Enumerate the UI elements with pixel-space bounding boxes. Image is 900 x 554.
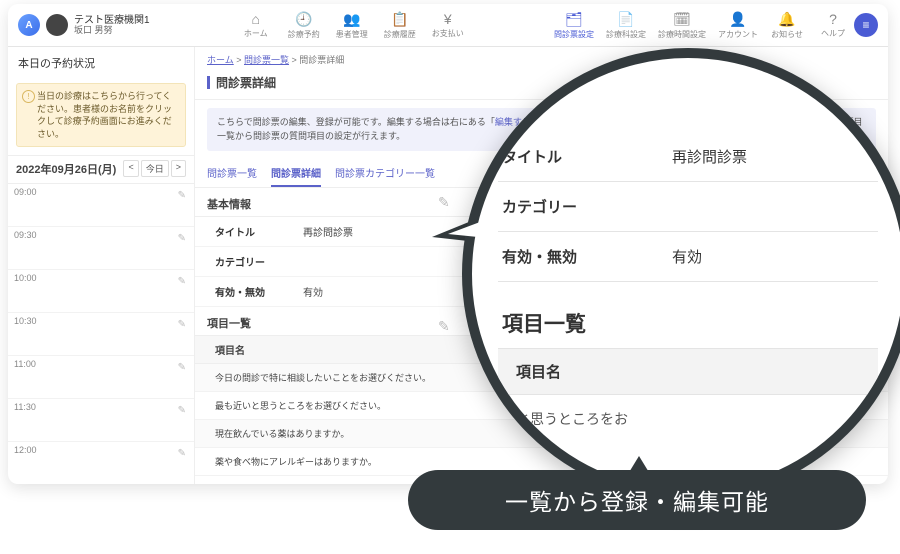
- nav-icon: 👥: [343, 11, 360, 28]
- nav-item[interactable]: 📄診療科設定: [606, 11, 646, 40]
- kv-value: 有効: [303, 284, 323, 299]
- nav-icon: 🕘: [295, 11, 312, 28]
- nav-item[interactable]: 🗂問診票設定: [554, 11, 594, 40]
- callout-kv-key: カテゴリー: [502, 196, 672, 217]
- nav-item[interactable]: 📋診療履歴: [383, 11, 417, 40]
- nav-label: ホーム: [244, 28, 268, 39]
- nav-label: 問診票設定: [554, 29, 594, 40]
- nav-item[interactable]: ?ヘルプ: [816, 11, 850, 39]
- slot-time: 10:30: [8, 313, 48, 326]
- callout-kv-value: 再診問診票: [672, 146, 874, 167]
- nav-item[interactable]: 👥患者管理: [335, 11, 369, 40]
- date-row: 2022年09月26日(月) < 今日 >: [8, 155, 194, 184]
- nav-label: 患者管理: [336, 29, 368, 40]
- tab[interactable]: 問診票一覧: [207, 159, 257, 187]
- time-slot[interactable]: 09:00 ✎: [8, 184, 194, 227]
- org-name: テスト医療機関1: [74, 15, 150, 26]
- callout-kv-row: タイトル再診問診票: [498, 132, 878, 181]
- nav-label: 診療履歴: [384, 29, 416, 40]
- callout-tail-inner: [448, 219, 488, 238]
- nav-icon: ?: [829, 11, 837, 27]
- slot-time: 11:00: [8, 356, 48, 369]
- edit-icon[interactable]: ✎: [438, 318, 450, 335]
- slot-time: 09:00: [8, 184, 48, 197]
- today-button[interactable]: 今日: [141, 160, 169, 177]
- callout-kv-key: タイトル: [502, 146, 672, 167]
- callout-kv-value: 有効: [672, 246, 874, 267]
- nav-label: お支払い: [432, 28, 464, 39]
- nav-label: アカウント: [718, 29, 758, 40]
- nav-item[interactable]: ⌂ホーム: [239, 11, 273, 40]
- time-slot[interactable]: 12:00 ✎: [8, 442, 194, 484]
- slot-time: 10:00: [8, 270, 48, 283]
- crumb-current: 問診票詳細: [299, 55, 344, 65]
- app-logo[interactable]: A: [18, 14, 40, 36]
- edit-icon[interactable]: ✎: [178, 405, 186, 416]
- tab[interactable]: 問診票詳細: [271, 159, 321, 187]
- kv-key: 有効・無効: [215, 284, 303, 299]
- menu-button[interactable]: ≡: [854, 13, 878, 37]
- nav-icon: 📋: [391, 11, 408, 28]
- callout-table-header: 項目名: [498, 348, 878, 395]
- nav-item[interactable]: 🔔お知らせ: [770, 11, 804, 40]
- kv-value: 再診問診票: [303, 224, 353, 239]
- slot-time: 12:00: [8, 442, 48, 455]
- nav-icon: 🔔: [778, 11, 795, 28]
- sidebar-heading: 本日の予約状況: [8, 47, 194, 79]
- time-slot[interactable]: 11:30 ✎: [8, 399, 194, 442]
- edit-icon[interactable]: ✎: [178, 276, 186, 287]
- nav-label: 診療時間設定: [658, 29, 706, 40]
- edit-icon[interactable]: ✎: [178, 233, 186, 244]
- current-date: 2022年09月26日(月): [16, 161, 116, 177]
- nav-label: お知らせ: [771, 29, 803, 40]
- nav-item[interactable]: 🕘診療予約: [287, 11, 321, 40]
- nav-center: ⌂ホーム 🕘診療予約 👥患者管理 📋診療履歴 ¥お支払い: [150, 11, 554, 40]
- crumb-list[interactable]: 問診票一覧: [244, 55, 289, 65]
- callout-row-peek: と思うところをお: [498, 395, 878, 443]
- nav-item[interactable]: 👤アカウント: [718, 11, 758, 40]
- kv-key: タイトル: [215, 224, 303, 239]
- user-name: 坂口 男努: [74, 26, 150, 36]
- kv-key: カテゴリー: [215, 254, 303, 269]
- edit-icon[interactable]: ✎: [178, 362, 186, 373]
- avatar[interactable]: [46, 14, 68, 36]
- zoom-callout: タイトル再診問診票カテゴリー有効・無効有効 項目一覧 項目名 と思うところをお: [462, 48, 900, 500]
- nav-item[interactable]: 🗓診療時間設定: [658, 11, 706, 40]
- breadcrumb: ホーム > 問診票一覧 > 問診票詳細: [195, 47, 888, 72]
- nav-icon: ⌂: [252, 11, 260, 27]
- nav-label: ヘルプ: [821, 28, 845, 39]
- edit-icon[interactable]: ✎: [178, 448, 186, 459]
- edit-icon[interactable]: ✎: [178, 319, 186, 330]
- nav-icon: ¥: [444, 11, 452, 27]
- caption-pill: 一覧から登録・編集可能: [408, 470, 866, 530]
- time-slot[interactable]: 11:00 ✎: [8, 356, 194, 399]
- next-day-button[interactable]: >: [171, 160, 186, 177]
- time-slot[interactable]: 10:00 ✎: [8, 270, 194, 313]
- slot-time: 09:30: [8, 227, 48, 240]
- nav-label: 診療予約: [288, 29, 320, 40]
- nav-right: 🗂問診票設定📄診療科設定🗓診療時間設定👤アカウント🔔お知らせ?ヘルプ: [554, 11, 850, 40]
- header: A テスト医療機関1 坂口 男努 ⌂ホーム 🕘診療予約 👥患者管理 📋診療履歴 ¥お支払…: [8, 4, 888, 47]
- time-slot[interactable]: 10:30 ✎: [8, 313, 194, 356]
- callout-section: 項目一覧: [498, 281, 878, 348]
- nav-icon: 🗂: [565, 11, 583, 28]
- crumb-home[interactable]: ホーム: [207, 55, 234, 65]
- slot-time: 11:30: [8, 399, 48, 412]
- nav-icon: 👤: [729, 11, 746, 28]
- org-block: テスト医療機関1 坂口 男努: [74, 15, 150, 36]
- nav-item[interactable]: ¥お支払い: [431, 11, 465, 40]
- prev-day-button[interactable]: <: [123, 160, 138, 177]
- tab[interactable]: 問診票カテゴリー一覧: [335, 159, 435, 187]
- edit-icon[interactable]: ✎: [438, 194, 450, 211]
- sidebar: 本日の予約状況 当日の診療はこちらから行ってください。患者様のお名前をクリックし…: [8, 47, 195, 484]
- time-slot[interactable]: 09:30 ✎: [8, 227, 194, 270]
- nav-label: 診療科設定: [606, 29, 646, 40]
- edit-icon[interactable]: ✎: [178, 190, 186, 201]
- nav-icon: 📄: [617, 11, 634, 28]
- callout-kv-row: カテゴリー: [498, 181, 878, 231]
- sidebar-notice: 当日の診療はこちらから行ってください。患者様のお名前をクリックして診療予約画面に…: [16, 83, 186, 147]
- nav-icon: 🗓: [673, 11, 691, 28]
- callout-kv-row: 有効・無効有効: [498, 231, 878, 281]
- callout-kv-key: 有効・無効: [502, 246, 672, 267]
